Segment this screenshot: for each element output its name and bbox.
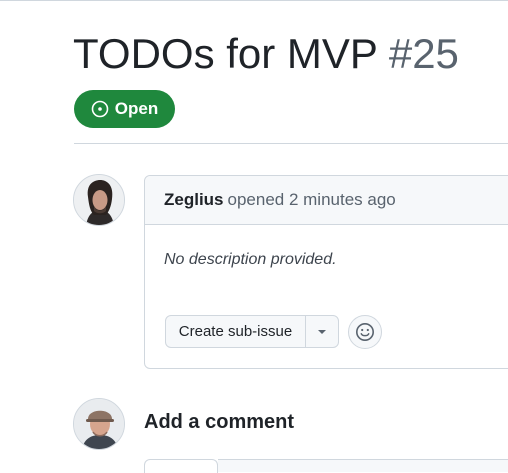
triangle-down-icon [318, 329, 326, 334]
issue-title: TODOs for MVP #25 [73, 28, 459, 80]
comment-timestamp: opened 2 minutes ago [227, 190, 396, 209]
create-sub-issue-group: Create sub-issue [165, 315, 339, 348]
issue-opened-icon [91, 100, 109, 118]
issue-number: #25 [388, 30, 459, 77]
issue-title-text: TODOs for MVP [73, 30, 378, 77]
add-reaction-button[interactable] [348, 315, 382, 349]
create-sub-issue-button[interactable]: Create sub-issue [166, 316, 306, 347]
add-comment-heading: Add a comment [144, 411, 295, 433]
smiley-icon [356, 323, 374, 341]
top-rule [0, 0, 508, 5]
author-avatar[interactable] [73, 174, 125, 226]
comment-body: No description provided. [164, 251, 337, 268]
editor-tabbar [218, 459, 508, 472]
issue-state-label: Open [114, 99, 159, 118]
sub-issue-dropdown-button[interactable] [306, 316, 338, 347]
issue-state-badge: Open [74, 90, 175, 128]
comment-editor-tabs [144, 459, 508, 473]
current-user-avatar[interactable] [73, 398, 125, 450]
header-divider [74, 143, 508, 144]
issue-comment: Zeglius opened 2 minutes ago No descript… [144, 175, 508, 369]
comment-author[interactable]: Zeglius [164, 190, 224, 210]
comment-header: Zeglius opened 2 minutes ago [145, 176, 508, 225]
